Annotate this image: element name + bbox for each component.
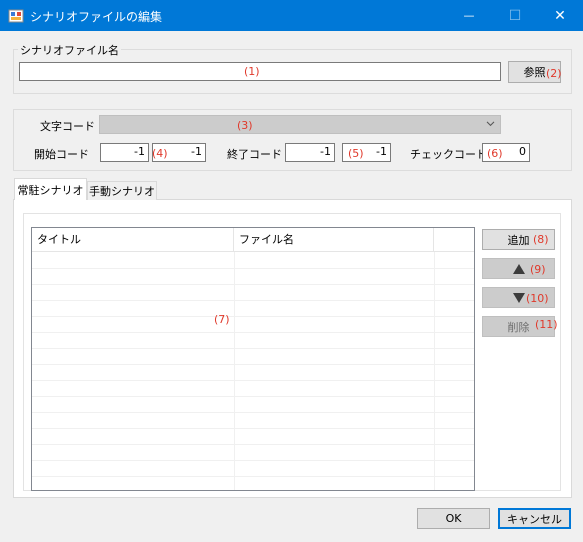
end-code-label: 終了コード xyxy=(227,148,282,161)
column-header-filename[interactable]: ファイル名 xyxy=(234,228,434,252)
ok-button[interactable]: OK xyxy=(417,508,490,529)
table-row xyxy=(32,381,474,397)
table-row xyxy=(32,461,474,477)
minimize-icon: — xyxy=(463,9,475,22)
file-group-label: シナリオファイル名 xyxy=(18,42,121,58)
start-code-marker: (4) xyxy=(152,147,168,160)
add-label: 追加 xyxy=(507,233,530,247)
cancel-label: キャンセル xyxy=(507,512,562,526)
browse-label: 参照 xyxy=(523,66,546,79)
check-code-label: チェックコード xyxy=(410,148,487,161)
table-row xyxy=(32,253,474,269)
charset-label: 文字コード xyxy=(40,120,95,133)
start-code-input-1[interactable]: -1 xyxy=(100,143,149,162)
column-header-title[interactable]: タイトル xyxy=(32,228,234,252)
maximize-icon: ☐ xyxy=(508,7,522,24)
window-title: シナリオファイルの編集 xyxy=(30,10,163,24)
maximize-button[interactable]: ☐ xyxy=(492,0,538,31)
app-icon xyxy=(8,9,24,23)
end-code-marker: (5) xyxy=(348,147,364,160)
charset-combobox[interactable] xyxy=(99,115,501,134)
scenario-list[interactable]: タイトル ファイル名 xyxy=(31,227,475,491)
check-code-marker: (6) xyxy=(487,147,503,160)
table-row xyxy=(32,285,474,301)
tab-resident-label: 常駐シナリオ xyxy=(17,183,84,197)
table-row xyxy=(32,429,474,445)
delete-marker: (11) xyxy=(535,318,558,331)
tab-manual-label: 手動シナリオ xyxy=(89,185,155,198)
table-row xyxy=(32,397,474,413)
scenario-file-path-input[interactable] xyxy=(19,62,501,81)
table-row xyxy=(32,269,474,285)
list-marker: (7) xyxy=(214,313,230,326)
title-bar: シナリオファイルの編集 — ☐ ✕ xyxy=(0,0,583,31)
table-row xyxy=(32,445,474,461)
down-arrow-icon xyxy=(512,292,525,303)
minimize-button[interactable]: — xyxy=(446,0,492,31)
add-marker: (8) xyxy=(533,233,549,246)
table-row xyxy=(32,333,474,349)
table-row xyxy=(32,365,474,381)
table-row xyxy=(32,317,474,333)
chevron-down-icon xyxy=(486,121,495,127)
move-down-marker: (10) xyxy=(526,292,549,305)
charset-marker: (3) xyxy=(237,119,253,132)
table-row xyxy=(32,413,474,429)
start-code-label: 開始コード xyxy=(34,148,89,161)
move-up-marker: (9) xyxy=(530,263,546,276)
file-path-marker: (1) xyxy=(244,65,260,78)
column-header-extra[interactable] xyxy=(434,228,474,252)
table-row xyxy=(32,301,474,317)
cancel-button[interactable]: キャンセル xyxy=(498,508,571,529)
close-button[interactable]: ✕ xyxy=(537,0,583,31)
browse-marker: (2) xyxy=(546,67,562,80)
up-arrow-icon xyxy=(512,263,525,274)
ok-label: OK xyxy=(445,512,462,525)
table-row xyxy=(32,349,474,365)
end-code-input-1[interactable]: -1 xyxy=(285,143,335,162)
close-icon: ✕ xyxy=(554,7,566,24)
delete-label: 削除 xyxy=(507,320,530,334)
tab-resident-scenario[interactable]: 常駐シナリオ xyxy=(14,178,87,200)
tab-manual-scenario[interactable]: 手動シナリオ xyxy=(87,181,157,200)
list-header: タイトル ファイル名 xyxy=(32,228,474,252)
